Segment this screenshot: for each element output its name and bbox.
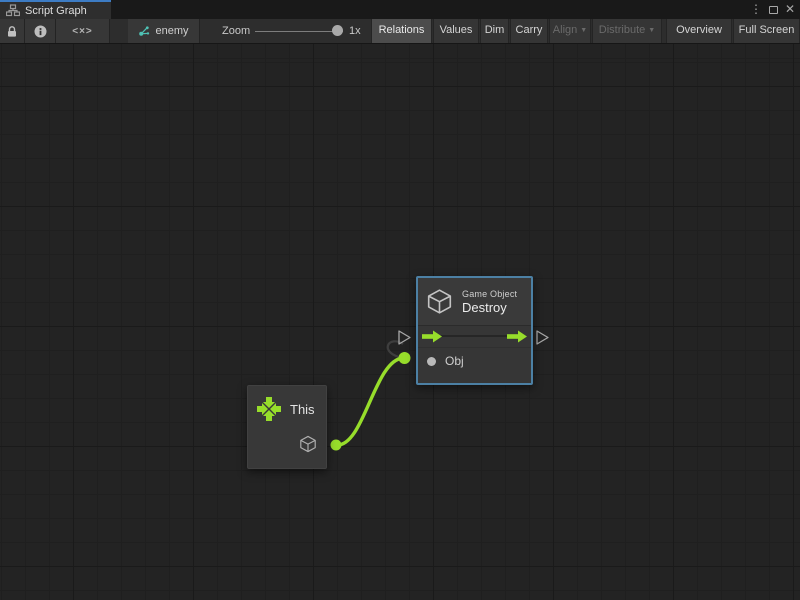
- obj-input-port[interactable]: [427, 357, 436, 366]
- game-object-cube-icon: [426, 288, 453, 315]
- carry-toggle[interactable]: Carry: [510, 19, 548, 43]
- zoom-label: Zoom: [222, 19, 250, 43]
- graph-asset-icon: [138, 26, 150, 37]
- this-converge-icon: [256, 396, 282, 422]
- dim-label: Dim: [485, 24, 505, 36]
- obj-port-label: Obj: [445, 354, 464, 368]
- relations-toggle[interactable]: Relations: [371, 19, 432, 43]
- node-this[interactable]: This: [247, 385, 327, 469]
- maximize-icon[interactable]: [769, 6, 778, 14]
- window-menu-icon[interactable]: ⋮: [750, 0, 762, 19]
- node-title-block: Game Object Destroy: [462, 289, 517, 315]
- code-icon: <×>: [72, 26, 93, 37]
- fullscreen-label: Full Screen: [739, 24, 795, 36]
- fullscreen-button[interactable]: Full Screen: [733, 19, 800, 43]
- connection-layer: [0, 44, 800, 600]
- code-view-button[interactable]: <×>: [56, 19, 110, 43]
- graph-hierarchy-icon: [6, 4, 20, 17]
- game-object-output-port[interactable]: [299, 435, 317, 453]
- tab-title: Script Graph: [25, 5, 87, 17]
- tab-script-graph[interactable]: Script Graph: [0, 0, 111, 19]
- zoom-value: 1x: [349, 19, 361, 43]
- control-input-arrow-icon[interactable]: [422, 330, 442, 343]
- node-title: Destroy: [462, 300, 517, 315]
- node-destroy[interactable]: Game Object Destroy: [416, 276, 533, 385]
- values-label: Values: [440, 24, 473, 36]
- tab-focus-stripe: [0, 0, 111, 2]
- graph-toolbar: <×> enemy Zoom 1x Relations Values Dim: [0, 19, 800, 44]
- graph-canvas[interactable]: This Game Object Dest: [0, 44, 800, 600]
- dim-toggle[interactable]: Dim: [480, 19, 509, 43]
- node-this-header: This: [248, 386, 326, 422]
- values-toggle[interactable]: Values: [433, 19, 479, 43]
- lock-icon: [6, 25, 18, 38]
- control-flow-row: [418, 326, 531, 348]
- info-button[interactable]: [25, 19, 56, 43]
- node-title: This: [290, 402, 315, 417]
- lock-button[interactable]: [0, 19, 25, 43]
- distribute-dropdown[interactable]: Distribute▼: [592, 19, 662, 43]
- overview-button[interactable]: Overview: [666, 19, 732, 43]
- align-label: Align: [553, 24, 577, 36]
- relation-line: [432, 335, 517, 337]
- graph-asset-selector[interactable]: enemy: [128, 19, 200, 43]
- connection-source-dot[interactable]: [331, 440, 342, 451]
- script-graph-window: Script Graph ⋮ ✕: [0, 0, 800, 600]
- obj-input-row: Obj: [418, 348, 531, 368]
- node-destroy-header: Game Object Destroy: [418, 278, 531, 326]
- graph-asset-name: enemy: [155, 25, 188, 37]
- align-dropdown[interactable]: Align▼: [549, 19, 591, 43]
- control-output-arrow-icon[interactable]: [507, 330, 527, 343]
- relations-label: Relations: [379, 24, 425, 36]
- value-connection-wire[interactable]: [336, 358, 403, 445]
- zoom-slider-track[interactable]: [255, 31, 343, 32]
- info-icon: [34, 25, 47, 38]
- carry-label: Carry: [516, 24, 543, 36]
- control-output-triangle-icon[interactable]: [537, 331, 548, 344]
- chevron-down-icon: ▼: [580, 27, 587, 34]
- zoom-slider-handle[interactable]: [332, 25, 343, 36]
- window-controls: ⋮ ✕: [750, 0, 798, 19]
- tab-bar: Script Graph ⋮ ✕: [0, 0, 800, 19]
- close-icon[interactable]: ✕: [785, 0, 795, 19]
- connection-destination-dot[interactable]: [399, 352, 411, 364]
- distribute-label: Distribute: [599, 24, 645, 36]
- chevron-down-icon: ▼: [648, 27, 655, 34]
- node-category: Game Object: [462, 289, 517, 299]
- overview-label: Overview: [676, 24, 722, 36]
